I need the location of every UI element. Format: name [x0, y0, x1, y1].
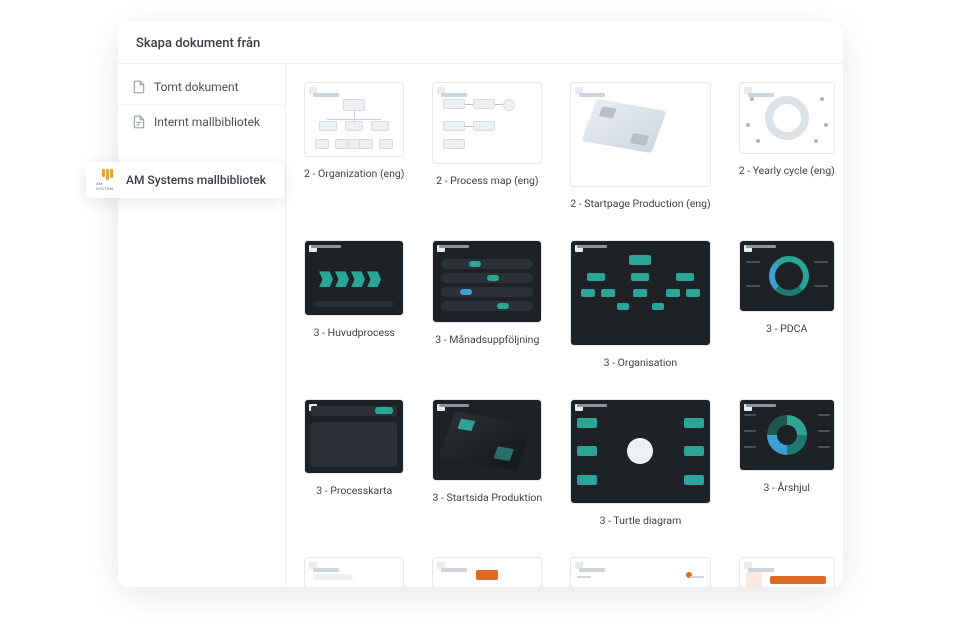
- template-thumbnail: [739, 557, 835, 587]
- template-label: 3 - Organisation: [604, 356, 678, 369]
- template-card-pdca[interactable]: 3 - PDCA: [739, 240, 835, 368]
- template-label: 3 - Årshjul: [763, 481, 809, 494]
- sidebar-item-blank-document[interactable]: Tomt dokument: [118, 70, 285, 105]
- template-label: 3 - Processkarta: [316, 484, 392, 497]
- sidebar-item-label: Internt mallbibliotek: [154, 115, 260, 129]
- template-card-yearly-cycle[interactable]: 2 - Yearly cycle (eng): [739, 82, 835, 210]
- template-thumbnail: [304, 399, 404, 474]
- dialog-body: Tomt dokument Internt mallbibliotek: [118, 64, 843, 587]
- template-card-manadsuppfoljning[interactable]: 3 - Månadsuppföljning: [432, 240, 542, 368]
- template-card-startsida-produktion[interactable]: 3 - Startsida Produktion: [432, 399, 542, 527]
- template-card-partial-4[interactable]: [739, 557, 835, 587]
- template-label: 3 - Startsida Produktion: [432, 491, 542, 504]
- template-thumbnail: [432, 399, 542, 481]
- template-card-turtle-diagram[interactable]: 3 - Turtle diagram: [570, 399, 710, 527]
- sidebar-item-am-systems-templates[interactable]: AM SYSTEM AM Systems mallbibliotek: [86, 162, 284, 198]
- template-thumbnail: [432, 240, 542, 322]
- template-card-partial-1[interactable]: [304, 557, 404, 587]
- template-label: 2 - Yearly cycle (eng): [739, 164, 835, 177]
- template-thumbnail: [570, 399, 710, 504]
- template-thumbnail: [432, 557, 542, 587]
- template-label: 3 - Månadsuppföljning: [435, 333, 539, 346]
- document-blank-icon: [132, 80, 146, 94]
- template-card-partial-2[interactable]: [432, 557, 542, 587]
- template-grid: 2 - Organization (eng) 2 - Process map (…: [304, 82, 825, 587]
- template-card-process-map[interactable]: 2 - Process map (eng): [432, 82, 542, 210]
- am-systems-logo-icon: AM SYSTEM: [96, 169, 118, 191]
- template-thumbnail: [570, 240, 710, 345]
- template-label: 3 - Turtle diagram: [600, 514, 682, 527]
- template-label: 3 - Huvudprocess: [314, 326, 395, 339]
- sidebar-item-label: Tomt dokument: [154, 80, 239, 94]
- template-gallery: 2 - Organization (eng) 2 - Process map (…: [286, 64, 843, 587]
- dialog-title: Skapa dokument från: [118, 22, 843, 64]
- sidebar-item-internal-templates[interactable]: Internt mallbibliotek: [118, 105, 285, 139]
- template-thumbnail: [432, 82, 542, 164]
- template-thumbnail: [739, 399, 835, 471]
- source-sidebar: Tomt dokument Internt mallbibliotek: [118, 64, 286, 587]
- template-card-startpage-production[interactable]: 2 - Startpage Production (eng): [570, 82, 710, 210]
- template-card-arshjul[interactable]: 3 - Årshjul: [739, 399, 835, 527]
- template-thumbnail: [304, 82, 404, 157]
- template-thumbnail: [570, 557, 710, 587]
- template-thumbnail: [304, 240, 404, 315]
- document-lines-icon: [132, 115, 146, 129]
- template-card-organisation[interactable]: 3 - Organisation: [570, 240, 710, 368]
- template-label: 2 - Process map (eng): [436, 174, 539, 187]
- template-card-processkarta[interactable]: 3 - Processkarta: [304, 399, 404, 527]
- template-label: 2 - Organization (eng): [304, 167, 404, 180]
- template-card-organization[interactable]: 2 - Organization (eng): [304, 82, 404, 210]
- template-card-huvudprocess[interactable]: 3 - Huvudprocess: [304, 240, 404, 368]
- sidebar-item-label: AM Systems mallbibliotek: [126, 173, 266, 187]
- am-systems-logo-subtext: AM SYSTEM: [96, 181, 118, 191]
- template-thumbnail: [739, 82, 835, 154]
- template-label: 2 - Startpage Production (eng): [570, 197, 710, 210]
- template-label: 3 - PDCA: [766, 322, 807, 335]
- template-thumbnail: [304, 557, 404, 587]
- template-thumbnail: [570, 82, 710, 187]
- template-card-partial-3[interactable]: [570, 557, 710, 587]
- template-thumbnail: [739, 240, 835, 312]
- create-document-dialog: Skapa dokument från Tomt dokument I: [118, 22, 843, 587]
